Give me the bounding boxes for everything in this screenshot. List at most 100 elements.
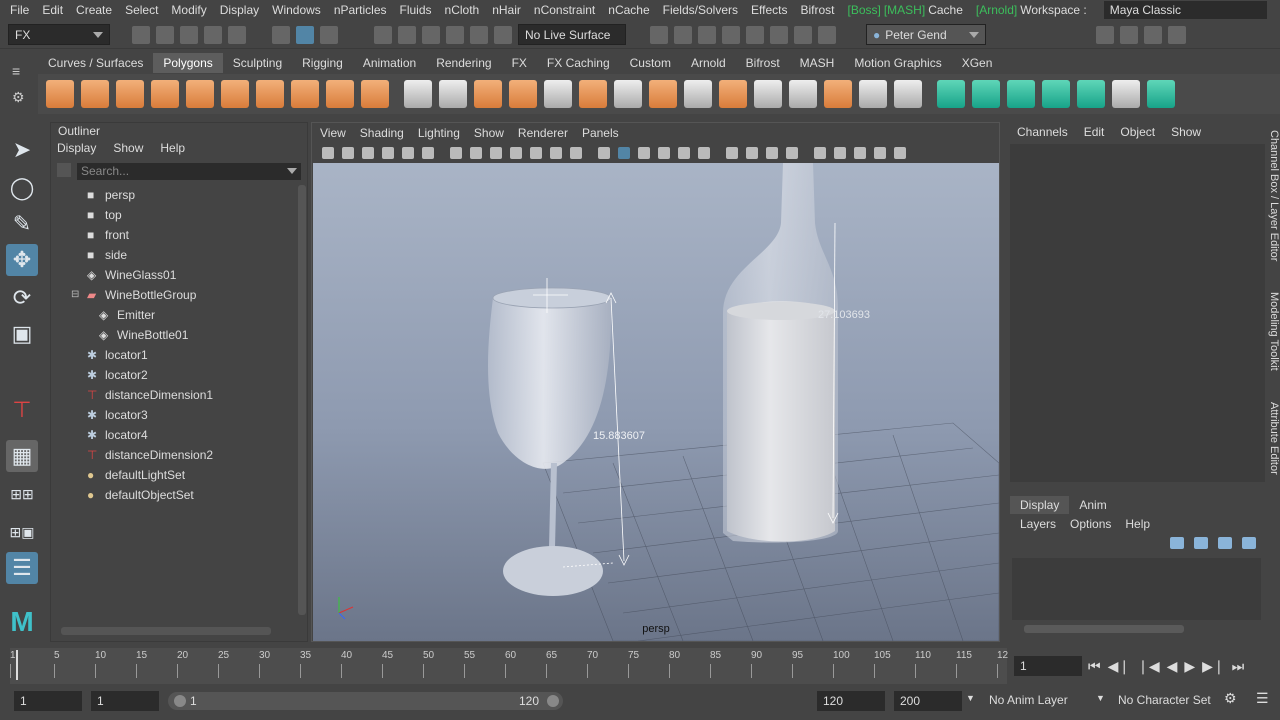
chevron-down-icon[interactable]: ▼ [1096, 693, 1105, 703]
current-frame-field[interactable]: 1 [1014, 656, 1082, 676]
menu-nhair[interactable]: nHair [492, 3, 521, 17]
grid-icon[interactable] [450, 147, 462, 159]
camera-attributes-icon[interactable] [342, 147, 354, 159]
layer-menu-layers[interactable]: Layers [1020, 517, 1056, 531]
viewport-menu-shading[interactable]: Shading [360, 126, 404, 140]
resolution-gate-icon[interactable] [490, 147, 502, 159]
tab-attribute-editor[interactable]: Attribute Editor [1265, 402, 1280, 475]
toggle-sidebar-icon[interactable] [818, 25, 836, 44]
move-layer-down-icon[interactable] [1194, 537, 1208, 549]
menuset-dropdown[interactable]: FX [8, 24, 110, 45]
rotate-tool-icon[interactable]: ⟳ [6, 282, 38, 314]
menu-fields-solvers[interactable]: Fields/Solvers [663, 3, 738, 17]
render-settings-icon[interactable] [698, 25, 716, 44]
use-all-lights-icon[interactable] [678, 147, 690, 159]
preferences-icon[interactable]: ☰ [1256, 690, 1269, 707]
menu-ncloth[interactable]: nCloth [445, 3, 480, 17]
viewport-menu-view[interactable]: View [320, 126, 346, 140]
unfold-uv-icon[interactable] [1077, 80, 1105, 108]
poly-cylinder-icon[interactable] [116, 80, 144, 108]
menu-fluids[interactable]: Fluids [400, 3, 432, 17]
viewport-menu-lighting[interactable]: Lighting [418, 126, 460, 140]
menu-tag-1[interactable]: [MASH] [884, 3, 925, 17]
offset-edge-loop-icon[interactable] [789, 80, 817, 108]
outliner-item[interactable]: ■ top [51, 205, 297, 225]
play-backwards-icon[interactable]: ◀ [1167, 658, 1178, 675]
select-camera-icon[interactable] [322, 147, 334, 159]
menu-arnold[interactable]: [Arnold] [976, 3, 1017, 17]
layer-horizontal-scrollbar[interactable] [1024, 625, 1184, 633]
shelf-tab-mash[interactable]: MASH [790, 53, 845, 73]
shelf-tab-bifrost[interactable]: Bifrost [736, 53, 790, 73]
gate-mask-icon[interactable] [510, 147, 522, 159]
anti-aliasing-icon[interactable] [766, 147, 778, 159]
snap-grid-icon[interactable] [374, 25, 392, 44]
layer-menu-options[interactable]: Options [1070, 517, 1111, 531]
isolate-select-icon[interactable] [814, 147, 826, 159]
undo-icon[interactable] [204, 25, 222, 44]
planar-uv-icon[interactable] [937, 80, 965, 108]
image-plane-icon[interactable] [382, 147, 394, 159]
menu-modify[interactable]: Modify [171, 3, 206, 17]
shelf-tab-animation[interactable]: Animation [353, 53, 426, 73]
hypershade-icon[interactable] [746, 25, 764, 44]
menu-display[interactable]: Display [220, 3, 259, 17]
grease-pencil-icon[interactable] [422, 147, 434, 159]
move-layer-up-icon[interactable] [1170, 537, 1184, 549]
shelf-gear-icon[interactable]: ⚙ [12, 89, 26, 106]
xray-components-icon[interactable] [874, 147, 886, 159]
outliner-item[interactable]: ⊟ ▰ WineBottleGroup [51, 285, 297, 305]
safe-title-icon[interactable] [570, 147, 582, 159]
anim-layer-dropdown[interactable]: No Anim Layer [989, 693, 1068, 707]
outliner-item[interactable]: ✱ locator1 [51, 345, 297, 365]
layer-menu-help[interactable]: Help [1125, 517, 1150, 531]
paint-select-icon[interactable]: ✎ [6, 208, 38, 240]
cylindrical-uv-icon[interactable] [972, 80, 1000, 108]
animation-start-field[interactable]: 1 [14, 691, 82, 711]
menu-effects[interactable]: Effects [751, 3, 787, 17]
wireframe-icon[interactable] [598, 147, 610, 159]
bookmarks-icon[interactable] [362, 147, 374, 159]
poly-cube-icon[interactable] [81, 80, 109, 108]
go-to-start-icon[interactable]: ⏮ [1088, 658, 1101, 675]
xray-icon[interactable] [834, 147, 846, 159]
filter-icon[interactable] [57, 163, 71, 177]
cut-uv-icon[interactable] [1147, 80, 1175, 108]
channel-box-icon[interactable] [1168, 25, 1186, 44]
spherical-uv-icon[interactable] [1007, 80, 1035, 108]
exposure-icon[interactable] [894, 147, 906, 159]
four-view-layout-icon[interactable]: ⊞⊞ [6, 478, 38, 510]
shelf-menu-icon[interactable]: ≡ [12, 63, 26, 79]
scale-tool-icon[interactable]: ▣ [6, 318, 38, 350]
film-gate-icon[interactable] [470, 147, 482, 159]
viewport-menu-panels[interactable]: Panels [582, 126, 619, 140]
new-scene-icon[interactable] [132, 25, 150, 44]
shelf-tab-arnold[interactable]: Arnold [681, 53, 736, 73]
outliner-item[interactable]: ✱ locator4 [51, 425, 297, 445]
playback-end-field[interactable]: 120 [817, 691, 885, 711]
tab-channel-box[interactable]: Channel Box / Layer Editor [1265, 130, 1280, 261]
extrude-icon[interactable] [719, 80, 747, 108]
select-component-icon[interactable] [320, 25, 338, 44]
menu-cache[interactable]: Cache [928, 3, 963, 17]
automatic-uv-icon[interactable] [1042, 80, 1070, 108]
step-back-frame-icon[interactable]: ❘◀ [1137, 658, 1160, 675]
multi-cut-icon[interactable] [614, 80, 642, 108]
user-account-dropdown[interactable]: ● Peter Gend [866, 24, 986, 45]
poly-pipe-icon[interactable] [291, 80, 319, 108]
outliner-horizontal-scrollbar[interactable] [61, 627, 271, 635]
light-editor-icon[interactable] [794, 25, 812, 44]
shelf-tab-curves-surfaces[interactable]: Curves / Surfaces [38, 53, 153, 73]
animation-end-field[interactable]: 200 [894, 691, 962, 711]
viewport-menu-renderer[interactable]: Renderer [518, 126, 568, 140]
outliner-menu-show[interactable]: Show [113, 141, 143, 155]
render-frame-icon[interactable] [650, 25, 668, 44]
fill-hole-icon[interactable] [894, 80, 922, 108]
depth-of-field-icon[interactable] [786, 147, 798, 159]
motion-blur-icon[interactable] [746, 147, 758, 159]
auto-key-icon[interactable]: ⚙ [1224, 690, 1237, 707]
insert-edge-loop-icon[interactable] [754, 80, 782, 108]
shelf-tab-fx-caching[interactable]: FX Caching [537, 53, 620, 73]
new-layer-selected-icon[interactable] [1242, 537, 1256, 549]
tool-settings-icon[interactable] [1144, 25, 1162, 44]
